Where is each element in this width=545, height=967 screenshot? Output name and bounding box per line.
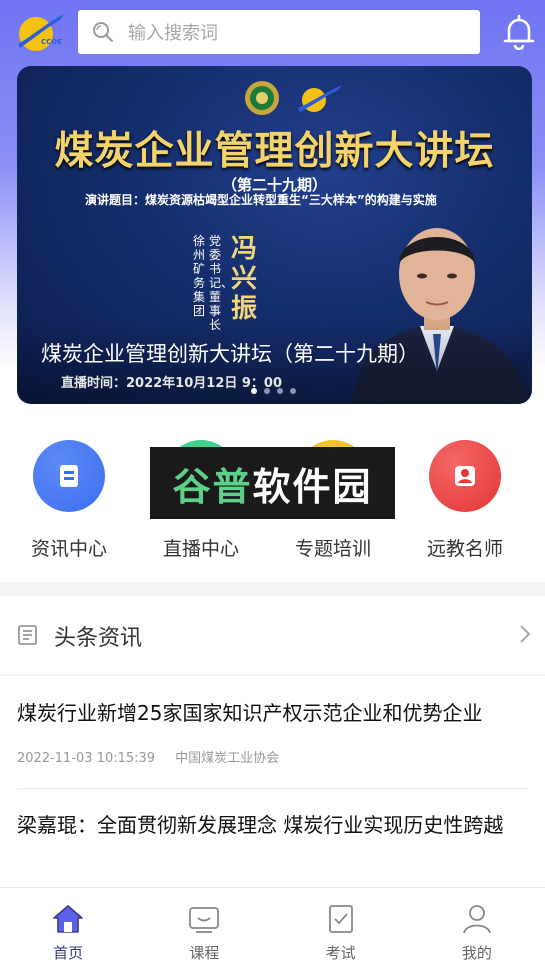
entry-famous-teachers[interactable]: 远教名师 bbox=[410, 430, 520, 561]
exam-icon bbox=[328, 905, 353, 933]
watermark-text-2: 软件园 bbox=[252, 464, 373, 509]
carousel-dot[interactable] bbox=[251, 388, 257, 394]
search-box[interactable]: 输入搜索词 bbox=[78, 10, 480, 54]
emblem-icon bbox=[245, 81, 279, 115]
banner-caption: 煤炭企业管理创新大讲坛（第二十九期） bbox=[41, 342, 419, 366]
app-logo: CCOE bbox=[14, 10, 66, 54]
notification-bell-icon[interactable] bbox=[502, 14, 536, 51]
entry-label: 远教名师 bbox=[426, 538, 503, 560]
tab-label: 首页 bbox=[53, 944, 84, 962]
course-icon bbox=[189, 907, 220, 933]
banner-speaker: 冯兴振 bbox=[231, 234, 258, 324]
document-icon bbox=[33, 440, 105, 512]
carousel-dot[interactable] bbox=[277, 388, 283, 394]
bottom-tab-bar: 首页 课程 考试 我的 bbox=[0, 887, 545, 967]
tab-home[interactable]: 首页 bbox=[0, 888, 136, 967]
carousel-indicator bbox=[251, 388, 296, 394]
watermark-overlay: 谷普 软件园 bbox=[150, 447, 395, 519]
tab-label: 课程 bbox=[189, 944, 220, 962]
search-icon bbox=[93, 22, 113, 42]
news-meta: 2022-11-03 10:15:39 中国煤炭工业协会 bbox=[17, 747, 279, 766]
entry-news-center[interactable]: 资讯中心 bbox=[14, 430, 124, 561]
tab-label: 我的 bbox=[461, 944, 492, 962]
section-title: 头条资讯 bbox=[54, 626, 143, 651]
banner-time: 直播时间：2022年10月12日 9：00 bbox=[61, 376, 283, 391]
list-separator bbox=[17, 788, 528, 789]
banner-role: 党委书记、董事长 bbox=[209, 234, 234, 332]
newspaper-icon bbox=[18, 625, 37, 645]
banner-carousel[interactable]: 煤炭企业管理创新大讲坛 （第二十九期） 演讲题目：煤炭资源枯竭型企业转型重生“三… bbox=[17, 66, 532, 404]
section-divider bbox=[0, 582, 545, 596]
svg-text:CCOE: CCOE bbox=[41, 38, 62, 46]
news-date: 2022-11-03 10:15:39 bbox=[17, 751, 156, 766]
carousel-dot[interactable] bbox=[290, 388, 296, 394]
news-source: 中国煤炭工业协会 bbox=[175, 751, 280, 766]
tab-exam[interactable]: 考试 bbox=[273, 888, 409, 967]
tab-label: 考试 bbox=[325, 944, 356, 962]
home-icon bbox=[53, 905, 83, 933]
entry-label: 资讯中心 bbox=[30, 538, 107, 560]
user-icon bbox=[462, 905, 491, 934]
news-title: 梁嘉琨：全面贯彻新发展理念 煤炭行业实现历史性跨越 bbox=[17, 813, 504, 837]
search-placeholder: 输入搜索词 bbox=[128, 23, 218, 44]
entry-label: 专题培训 bbox=[294, 538, 371, 560]
entry-label: 直播中心 bbox=[162, 538, 239, 560]
banner-title: 煤炭企业管理创新大讲坛 bbox=[54, 128, 495, 174]
tab-mine[interactable]: 我的 bbox=[409, 888, 545, 967]
top-header: CCOE 输入搜索词 bbox=[0, 0, 545, 62]
teacher-icon bbox=[429, 440, 501, 512]
ccoe-logo-icon bbox=[298, 85, 342, 112]
news-title: 煤炭行业新增25家国家知识产权示范企业和优势企业 bbox=[17, 701, 483, 725]
headline-news-header[interactable]: 头条资讯 bbox=[0, 596, 545, 676]
watermark-text-1: 谷普 bbox=[172, 464, 253, 509]
chevron-right-icon[interactable] bbox=[516, 622, 534, 646]
banner-org: 徐州矿务集团 bbox=[193, 234, 206, 318]
carousel-dot[interactable] bbox=[264, 388, 270, 394]
tab-course[interactable]: 课程 bbox=[136, 888, 272, 967]
